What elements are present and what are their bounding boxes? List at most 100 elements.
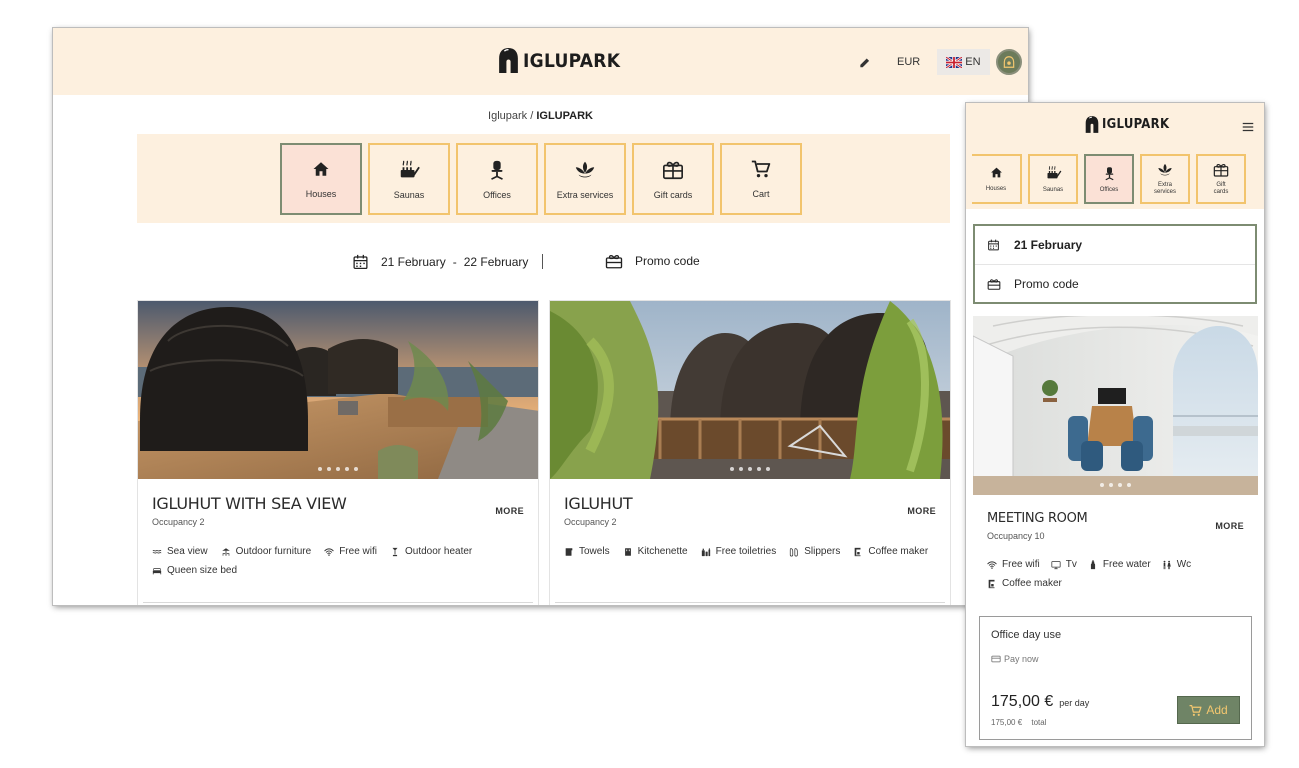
mobile-search-box: 21 February Promo code bbox=[973, 224, 1257, 304]
brand-logo[interactable]: IGLUPARK bbox=[1085, 116, 1169, 133]
language-selector[interactable]: EN bbox=[937, 49, 990, 75]
cart-icon bbox=[1189, 704, 1202, 716]
wifi-icon bbox=[324, 547, 334, 557]
amenity-list: Sea view Outdoor furniture Free wifi Out… bbox=[152, 542, 532, 580]
category-houses[interactable]: Houses bbox=[972, 154, 1022, 204]
listing-card[interactable]: IGLUHUT Occupancy 2 MORE Towels Kitchene… bbox=[549, 300, 951, 605]
gift-card-icon bbox=[1213, 162, 1229, 178]
category-label: Saunas bbox=[1042, 187, 1064, 193]
listing-title[interactable]: MEETING ROOM bbox=[987, 511, 1088, 526]
user-avatar[interactable] bbox=[995, 49, 1022, 75]
offer-title: Office day use bbox=[991, 629, 1062, 641]
card-divider bbox=[143, 602, 533, 603]
sea-view-icon bbox=[152, 547, 162, 557]
category-offices[interactable]: Offices bbox=[456, 143, 538, 215]
amenity-item: Coffee maker bbox=[987, 574, 1062, 593]
category-cart[interactable]: Cart bbox=[720, 143, 802, 215]
heater-icon bbox=[390, 547, 400, 557]
listing-card[interactable]: IGLUHUT WITH SEA VIEW Occupancy 2 MORE S… bbox=[137, 300, 539, 605]
listing-title[interactable]: IGLUHUT bbox=[564, 494, 633, 513]
breadcrumb: Iglupark / IGLUPARK bbox=[53, 110, 1028, 122]
category-label: Offices bbox=[483, 189, 511, 200]
more-button[interactable]: MORE bbox=[907, 506, 936, 516]
promo-code-input[interactable]: Promo code bbox=[605, 252, 700, 270]
category-label: Houses bbox=[305, 188, 337, 199]
listing-title[interactable]: IGLUHUT WITH SEA VIEW bbox=[152, 494, 347, 513]
mobile-category-bar: Houses Saunas Offices Extra services Gift… bbox=[966, 149, 1264, 209]
gift-card-icon bbox=[662, 159, 684, 181]
credit-card-icon bbox=[991, 654, 1001, 664]
house-icon bbox=[312, 160, 330, 178]
add-to-cart-button[interactable]: Add bbox=[1177, 696, 1240, 724]
carousel-dots[interactable] bbox=[973, 483, 1258, 487]
category-houses[interactable]: Houses bbox=[280, 143, 362, 215]
offer-total: 175,00 € total bbox=[991, 718, 1047, 727]
price-value: 175,00 € bbox=[991, 693, 1054, 710]
wifi-icon bbox=[987, 560, 997, 570]
mobile-date-picker[interactable]: 21 February bbox=[975, 226, 1255, 265]
category-saunas[interactable]: Saunas bbox=[368, 143, 450, 215]
promo-gift-icon bbox=[605, 252, 623, 270]
category-label: Cart bbox=[752, 189, 770, 199]
edit-pencil-icon[interactable] bbox=[858, 55, 872, 69]
category-gift-cards[interactable]: Gift cards bbox=[1196, 154, 1246, 204]
coffee-maker-icon bbox=[853, 547, 863, 557]
meeting-room-image bbox=[973, 316, 1258, 495]
listing-photo[interactable] bbox=[973, 316, 1258, 495]
card-divider bbox=[555, 602, 945, 603]
mobile-listing-card[interactable]: MEETING ROOM Occupancy 10 MORE Free wifi… bbox=[973, 316, 1258, 746]
kitchen-icon bbox=[623, 547, 633, 557]
listing-photo[interactable] bbox=[550, 301, 950, 479]
amenity-item: Outdoor heater bbox=[390, 542, 472, 561]
sauna-icon bbox=[1045, 165, 1062, 181]
currency-selector[interactable]: EUR bbox=[897, 56, 920, 68]
more-button[interactable]: MORE bbox=[1215, 521, 1244, 531]
amenity-item: Towels bbox=[564, 542, 610, 561]
category-label: Gift cards bbox=[1213, 182, 1229, 195]
toiletries-icon bbox=[701, 547, 711, 557]
hamburger-menu-icon[interactable] bbox=[1241, 120, 1255, 134]
amenity-item: Outdoor furniture bbox=[221, 542, 311, 561]
office-chair-icon bbox=[486, 159, 508, 181]
category-gift-cards[interactable]: Gift cards bbox=[632, 143, 714, 215]
igluhut-sea-view-image bbox=[138, 301, 538, 479]
header-actions: EUR EN bbox=[858, 49, 1022, 75]
amenity-item: Coffee maker bbox=[853, 542, 928, 561]
breadcrumb-home[interactable]: Iglupark bbox=[488, 110, 527, 122]
carousel-dots[interactable] bbox=[138, 467, 538, 471]
category-extra-services[interactable]: Extra services bbox=[544, 143, 626, 215]
calendar-icon bbox=[987, 238, 1000, 252]
brand-logo[interactable]: IGLUPARK bbox=[498, 48, 620, 73]
amenity-item: Tv bbox=[1051, 555, 1077, 574]
total-label: total bbox=[1031, 718, 1047, 727]
mobile-window: IGLUPARK Houses Saunas Offices Extra serv… bbox=[966, 103, 1264, 746]
category-label: Extra services bbox=[556, 189, 614, 200]
user-icon bbox=[1003, 56, 1014, 68]
category-offices[interactable]: Offices bbox=[1084, 154, 1134, 204]
mobile-promo-code-input[interactable]: Promo code bbox=[975, 265, 1255, 303]
igloo-logo-icon bbox=[1085, 116, 1099, 133]
uk-flag-icon bbox=[946, 56, 963, 68]
towel-icon bbox=[564, 547, 574, 557]
breadcrumb-current: IGLUPARK bbox=[536, 110, 593, 122]
category-saunas[interactable]: Saunas bbox=[1028, 154, 1078, 204]
furniture-icon bbox=[221, 547, 231, 557]
date-separator: - bbox=[452, 255, 457, 269]
listing-occupancy: Occupancy 10 bbox=[987, 531, 1045, 541]
amenity-list: Towels Kitchenette Free toiletries Slipp… bbox=[564, 542, 944, 561]
category-extra-services[interactable]: Extra services bbox=[1140, 154, 1190, 204]
category-label: Extra services bbox=[1153, 182, 1176, 195]
mobile-date: 21 February bbox=[1014, 238, 1083, 252]
payment-option: Pay now bbox=[991, 654, 1039, 664]
carousel-dots[interactable] bbox=[550, 467, 950, 471]
date-range-picker[interactable]: 21 February - 22 February bbox=[352, 253, 528, 271]
amenity-item: Free toiletries bbox=[701, 542, 776, 561]
search-divider bbox=[542, 254, 543, 269]
listing-photo[interactable] bbox=[138, 301, 538, 479]
price-unit: per day bbox=[1059, 698, 1090, 708]
amenity-item: Free wifi bbox=[324, 542, 377, 561]
listing-occupancy: Occupancy 2 bbox=[564, 517, 617, 527]
more-button[interactable]: MORE bbox=[495, 506, 524, 516]
amenity-item: Queen size bed bbox=[152, 561, 237, 580]
promo-gift-icon bbox=[987, 277, 1001, 291]
